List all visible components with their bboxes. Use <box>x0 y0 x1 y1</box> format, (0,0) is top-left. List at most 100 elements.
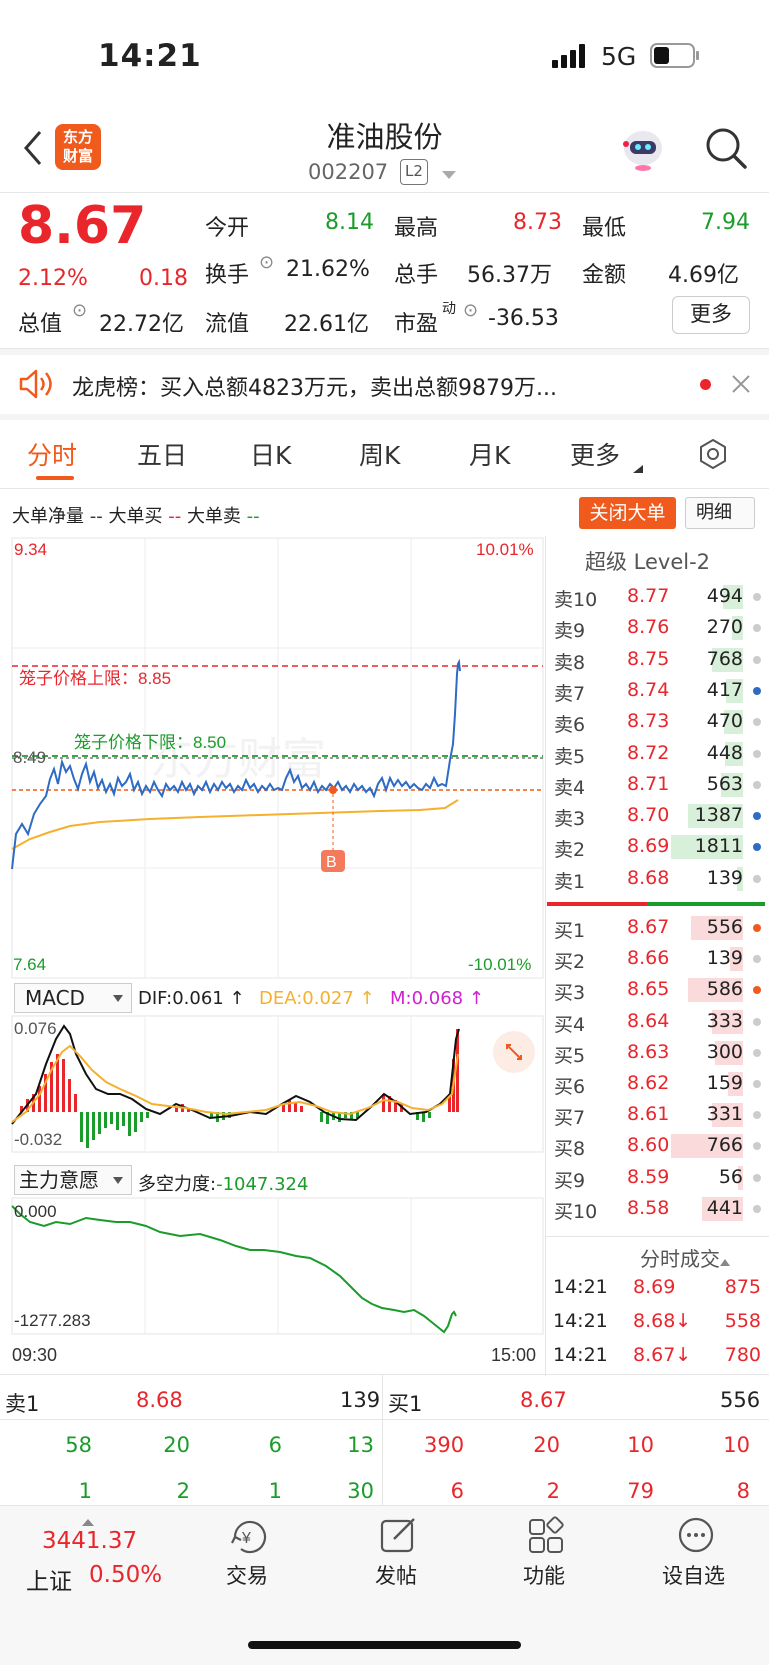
index-value[interactable]: 3441.37 <box>42 1528 137 1554</box>
mktcap-label: 总值 <box>18 312 63 337</box>
index-pct[interactable]: 0.50% <box>89 1562 162 1588</box>
tab-5day[interactable]: 五日 <box>137 436 187 472</box>
info-icon[interactable]: ⊙ <box>72 300 87 321</box>
bid-volume: 139 <box>706 947 743 970</box>
bid-dot-icon <box>753 924 761 932</box>
bid-label: 买9 <box>554 1169 586 1192</box>
low-value: 7.94 <box>701 210 750 235</box>
bid-row[interactable]: 买1 8.67 556 <box>547 914 767 944</box>
status-time: 14:21 <box>98 38 202 74</box>
robot-assistant-icon[interactable] <box>620 126 666 172</box>
trade-icon[interactable]: ¥ <box>229 1517 271 1561</box>
ask-row[interactable]: 卖4 8.71 563 <box>547 771 767 801</box>
bid-dot-icon <box>753 1204 761 1213</box>
svg-text:¥: ¥ <box>241 1530 251 1547</box>
ask-row[interactable]: 卖3 8.70 1387 <box>547 802 767 832</box>
watchlist-icon[interactable] <box>676 1515 716 1559</box>
expand-icon[interactable] <box>493 1031 535 1073</box>
ask-row[interactable]: 卖5 8.72 448 <box>547 740 767 770</box>
ask-row[interactable]: 卖2 8.69 1811 <box>547 833 767 863</box>
notice-text[interactable]: 龙虎榜：买入总额4823万元，卖出总额9879万... <box>72 370 557 402</box>
bid-row[interactable]: 买5 8.63 300 <box>547 1039 767 1069</box>
ask-price: 8.70 <box>627 804 670 827</box>
info-icon[interactable]: ⊙ <box>463 300 478 321</box>
intraday-chart[interactable]: 东方财富 B 9.34 10.01% 笼子价格上限：8.85 笼子价格下限：8.… <box>0 534 545 1374</box>
bid-label: 买2 <box>554 951 586 974</box>
macd-selector[interactable]: MACD <box>14 983 132 1013</box>
ask-row[interactable]: 卖10 8.77 494 <box>547 583 767 613</box>
bid-row[interactable]: 买9 8.59 56 <box>547 1164 767 1194</box>
change-pct: 2.12% <box>18 266 88 291</box>
queue-ask-cell: 6 <box>268 1433 282 1457</box>
bid-label: 买8 <box>554 1138 586 1161</box>
ask-label: 卖9 <box>554 620 586 643</box>
settings-icon[interactable] <box>697 438 729 474</box>
queue-bid-cell: 390 <box>424 1433 465 1457</box>
close-bigorder-button[interactable]: 关闭大单 <box>579 497 676 529</box>
more-button[interactable]: 更多 <box>672 296 750 334</box>
y-top-label: 9.34 <box>14 540 47 559</box>
stock-code: 002207 <box>308 160 389 184</box>
bid-row[interactable]: 买10 8.58 441 <box>547 1195 767 1225</box>
ask-volume: 563 <box>706 772 743 795</box>
ask-row[interactable]: 卖8 8.75 768 <box>547 646 767 676</box>
function-label[interactable]: 功能 <box>523 1560 565 1590</box>
ask-label: 卖10 <box>554 589 598 611</box>
bid-row[interactable]: 买2 8.66 139 <box>547 945 767 975</box>
ask-dot-icon <box>753 843 761 852</box>
bid-row[interactable]: 买7 8.61 331 <box>547 1101 767 1131</box>
mainforce-selector[interactable]: 主力意愿 <box>14 1165 132 1195</box>
buy-marker[interactable]: B <box>326 854 337 871</box>
pe-value: -36.53 <box>488 306 559 331</box>
ask-row[interactable]: 卖9 8.76 270 <box>547 614 767 644</box>
bid-volume: 300 <box>706 1040 743 1063</box>
ask-volume: 448 <box>706 741 743 764</box>
ask-row[interactable]: 卖6 8.73 470 <box>547 708 767 738</box>
bid-row[interactable]: 买6 8.62 159 <box>547 1070 767 1100</box>
ask-row[interactable]: 卖1 8.68 139 <box>547 865 767 895</box>
bid-dot-icon <box>753 1080 761 1088</box>
ask-dot-icon <box>753 749 761 758</box>
queue-bid-cell: 20 <box>533 1433 560 1457</box>
index-name[interactable]: 上证 <box>26 1562 72 1596</box>
detail-button[interactable]: 明细 <box>685 497 755 529</box>
bigorder-net-label: 大单净量 <box>12 506 84 527</box>
level2-title: 超级 Level-2 <box>585 550 711 574</box>
bid-row[interactable]: 买4 8.64 333 <box>547 1008 767 1038</box>
open-value: 8.14 <box>325 210 374 235</box>
watchlist-label[interactable]: 设自选 <box>662 1560 725 1590</box>
tab-daily[interactable]: 日K <box>250 436 291 472</box>
trade-time: 14:21 <box>553 1310 608 1332</box>
post-label[interactable]: 发帖 <box>375 1560 417 1590</box>
close-icon[interactable] <box>731 374 751 398</box>
ask-row[interactable]: 卖7 8.74 417 <box>547 677 767 707</box>
bid-volume: 441 <box>706 1196 743 1219</box>
trade-row: 14:21 8.69 875 <box>547 1276 767 1306</box>
queue-bid-label: 买1 <box>388 1392 423 1416</box>
ask-dot-icon <box>753 780 761 789</box>
info-icon[interactable]: ⊙ <box>259 252 274 273</box>
bid-price: 8.62 <box>627 1072 670 1094</box>
mainforce-value-number: -1047.324 <box>216 1174 309 1195</box>
search-icon[interactable] <box>704 126 748 170</box>
tab-weekly[interactable]: 周K <box>359 436 400 472</box>
trade-label[interactable]: 交易 <box>226 1560 268 1590</box>
trade-price: 8.69 <box>633 1276 676 1298</box>
trade-price: 8.68↓ <box>633 1310 692 1332</box>
tab-intraday[interactable]: 分时 <box>27 436 77 472</box>
tab-monthly[interactable]: 月K <box>469 436 510 472</box>
bid-dot-icon <box>753 1048 761 1057</box>
function-icon[interactable] <box>527 1515 567 1559</box>
level-badge[interactable]: L2 <box>400 159 428 185</box>
ask-volume: 768 <box>706 647 743 670</box>
trades-title[interactable]: 分时成交 <box>640 1243 720 1272</box>
dropdown-icon[interactable] <box>442 166 456 185</box>
signal-icon <box>552 44 590 68</box>
bid-row[interactable]: 买8 8.60 766 <box>547 1132 767 1162</box>
post-icon[interactable] <box>378 1515 420 1559</box>
bid-volume: 556 <box>706 916 743 938</box>
tab-more[interactable]: 更多 <box>570 436 620 472</box>
queue-bid-cell: 8 <box>736 1479 750 1503</box>
bid-row[interactable]: 买3 8.65 586 <box>547 976 767 1006</box>
bigorder-buy-label: 大单买 <box>108 506 163 527</box>
